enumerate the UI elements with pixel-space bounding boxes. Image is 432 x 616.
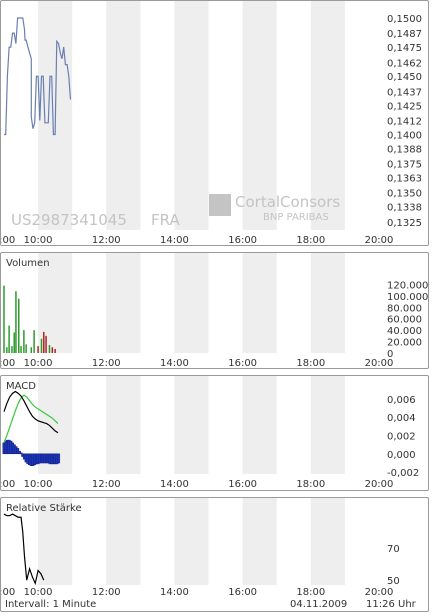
y-tick-label: 40.000 (387, 326, 422, 337)
y-tick-label: 0,1412 (387, 117, 422, 128)
grid-band (242, 498, 277, 585)
y-tick-label: 120.000 (387, 280, 428, 291)
y-tick-label: 0,1375 (387, 160, 422, 171)
grid-band (174, 253, 209, 353)
time-axis-label: 14:00 (160, 587, 189, 598)
y-tick-label: 0,006 (387, 395, 416, 406)
y-tick-label: 0,1437 (387, 87, 422, 98)
time-axis-label: 10:00 (24, 479, 53, 490)
time-axis-label: 18:00 (296, 235, 325, 246)
watermark-exchange: FRA (151, 211, 180, 229)
grid-band (106, 376, 141, 474)
y-tick-label: 60.000 (387, 315, 422, 326)
rsi-line (3, 513, 45, 586)
price-chart: US2987341045 FRA CortalConsorsBNP PARIBAS 0… (1, 1, 422, 246)
y-tick-label: 70 (387, 544, 400, 555)
time-axis-label: 18:00 (296, 358, 325, 369)
macd-chart-panel: MACD 0,006 0,004 0,002 0,000 -0,002 9:00 10:00 1… (0, 375, 429, 491)
time-axis-label: 20:00 (365, 235, 394, 246)
time-axis-label: 20:00 (365, 479, 394, 490)
y-tick-label: 0,1388 (387, 144, 422, 155)
time-axis-label: 14:00 (160, 358, 189, 369)
watermark-logo-sub: BNP PARIBAS (263, 212, 329, 223)
macd-chart: MACD 0,006 0,004 0,002 0,000 -0,002 9:00 10:00 1… (1, 376, 419, 490)
time-axis-label: 18:00 (296, 587, 325, 598)
macd-histogram-bar (57, 453, 61, 464)
footer-time: 11:26 Uhr (366, 599, 416, 610)
price-chart-panel: US2987341045 FRA CortalConsors BNP PARIBAS 0… (0, 0, 429, 246)
y-tick-label: 20.000 (387, 338, 422, 349)
rsi-title: Relative Stärke (6, 503, 82, 514)
rsi-chart-panel: Relative Stärke 70 50 9:00 10:00 12:00 14:00 16… (0, 497, 429, 612)
watermark-isin: US2987341045 (11, 211, 127, 229)
volume-chart: Volumen120.000100.00080.00060.00040.0002… (1, 253, 428, 369)
time-axis-label: 12:00 (92, 479, 121, 490)
y-tick-label: 0,1400 (387, 130, 422, 141)
time-axis-label: 14:00 (160, 235, 189, 246)
y-tick-label: 0,1450 (387, 72, 422, 83)
y-tick-label: 100.000 (387, 292, 428, 303)
grid-band (106, 498, 141, 585)
time-axis-label: 9:00 (1, 587, 15, 598)
grid-band (242, 253, 277, 353)
y-tick-label: 0,1350 (387, 189, 422, 200)
time-axis-label: 10:00 (24, 235, 53, 246)
time-axis-label: 16:00 (228, 479, 257, 490)
y-tick-label: 0,004 (387, 413, 416, 424)
time-axis-label: 16:00 (228, 235, 257, 246)
time-axis-label: 12:00 (92, 235, 121, 246)
time-axis-label: 9:00 (1, 479, 15, 490)
grid-band (310, 253, 345, 353)
grid-band (174, 498, 209, 585)
y-tick-label: 80.000 (387, 303, 422, 314)
grid-band (106, 253, 141, 353)
cortal-consors-logo-icon (209, 194, 231, 216)
time-axis-label: 10:00 (24, 358, 53, 369)
y-tick-label: 0,000 (387, 450, 416, 461)
watermark-logo-main: CortalConsors (235, 193, 340, 211)
volume-chart-panel: Volumen 120.000 100.000 80.000 60.000 40.000 2… (0, 252, 429, 369)
rsi-chart: Relative Stärke 70 50 9:00 10:00 12:00 14:00 16… (1, 498, 400, 598)
y-tick-label: 0,1500 (387, 14, 422, 25)
macd-title: MACD (6, 381, 36, 392)
time-axis-label: 12:00 (92, 358, 121, 369)
y-tick-label: 0,1487 (387, 29, 422, 40)
y-tick-label: -0,002 (387, 468, 419, 479)
grid-band (174, 376, 209, 474)
y-tick-label: 0,002 (387, 432, 416, 443)
interval-label: Intervall: 1 Minute (5, 599, 97, 610)
volume-title: Volumen (6, 258, 50, 269)
grid-band (310, 498, 345, 585)
grid-band (106, 1, 141, 230)
time-axis-label: 14:00 (160, 479, 189, 490)
time-axis-label: 10:00 (24, 587, 53, 598)
y-tick-label: 50 (387, 576, 400, 587)
time-axis-label: 20:00 (365, 358, 394, 369)
time-axis-label: 20:00 (365, 587, 394, 598)
time-axis-label: 9:00 (1, 358, 15, 369)
grid-band (174, 1, 209, 230)
footer-date: 04.11.2009 (290, 599, 348, 610)
y-tick-label: 0,1338 (387, 203, 422, 214)
time-axis-label: 12:00 (92, 587, 121, 598)
time-axis-label: 16:00 (228, 587, 257, 598)
time-axis-label: 18:00 (296, 479, 325, 490)
y-tick-label: 0,1462 (387, 58, 422, 69)
y-tick-label: 0,1475 (387, 43, 422, 54)
time-axis-label: 16:00 (228, 358, 257, 369)
grid-band (310, 376, 345, 474)
grid-band (242, 376, 277, 474)
y-tick-label: 0,1363 (387, 174, 422, 185)
time-axis-label: 9:00 (1, 235, 15, 246)
y-tick-label: 0,1325 (387, 218, 422, 229)
y-tick-label: 0,1425 (387, 101, 422, 112)
